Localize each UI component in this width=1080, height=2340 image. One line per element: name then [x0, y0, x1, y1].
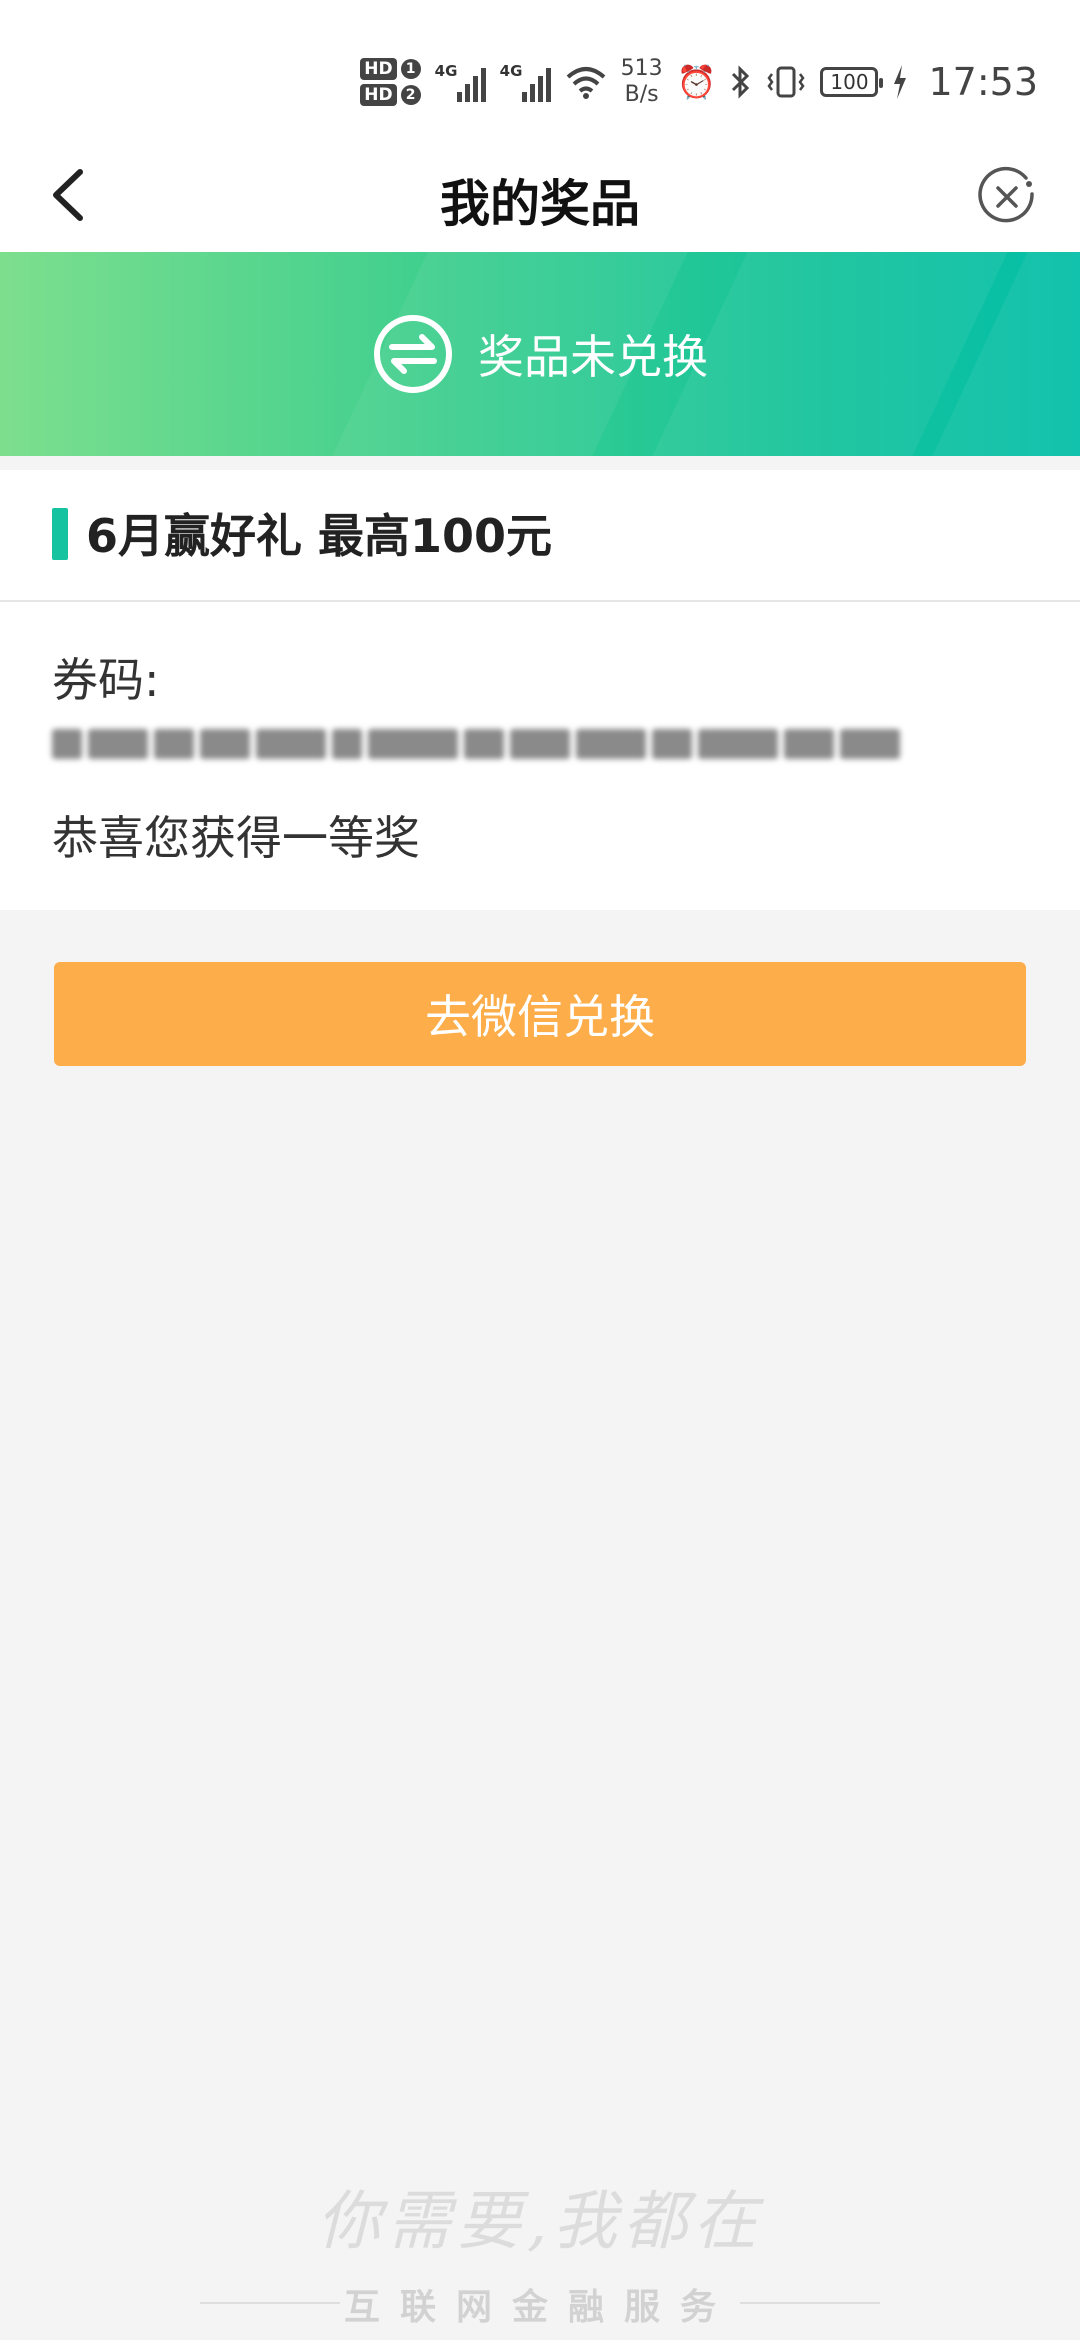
prize-title: 6月赢好礼 最高100元 — [86, 509, 553, 563]
sim-indicators: HD 1 HD 2 — [360, 58, 421, 106]
status-icons: HD 1 HD 2 4G 4G 513 B/s ⏰ 100 17:53 — [360, 52, 1038, 112]
vibrate-icon — [767, 66, 806, 98]
sim2-indicator: HD 2 — [360, 84, 421, 106]
bluetooth-icon — [732, 65, 750, 99]
accent-bar — [52, 508, 68, 560]
sim1-indicator: HD 1 — [360, 58, 421, 80]
header: 我的奖品 — [0, 140, 1080, 252]
wifi-icon — [566, 67, 605, 99]
close-circle-icon[interactable] — [974, 164, 1040, 230]
battery-icon: 100 — [820, 67, 884, 97]
prize-card-header: 6月赢好礼 最高100元 — [0, 470, 1080, 602]
alarm-icon: ⏰ — [676, 63, 717, 101]
prize-card-body: 券码: 恭喜您获得一等奖 — [0, 602, 1080, 910]
footer-slogan: 你需要,我都在 — [316, 2185, 764, 2259]
footer-tagline: 互联网金融服务 — [340, 2278, 740, 2330]
network-speed: 513 B/s — [620, 56, 663, 107]
charging-icon — [894, 65, 907, 99]
coupon-code-redacted[interactable] — [52, 720, 912, 768]
coupon-code-label: 券码: — [52, 653, 160, 707]
prize-message: 恭喜您获得一等奖 — [52, 811, 420, 865]
page-title: 我的奖品 — [440, 175, 640, 233]
status-bar: HD 1 HD 2 4G 4G 513 B/s ⏰ 100 17:53 — [0, 0, 1080, 140]
clock: 17:53 — [928, 60, 1038, 104]
signal-icon: 4G — [435, 62, 486, 102]
exchange-icon — [374, 315, 452, 393]
signal-icon: 4G — [500, 62, 551, 102]
prize-status-banner: 奖品未兑换 — [0, 252, 1080, 456]
redeem-wechat-button[interactable]: 去微信兑换 — [54, 962, 1026, 1066]
prize-status-text: 奖品未兑换 — [478, 330, 708, 384]
